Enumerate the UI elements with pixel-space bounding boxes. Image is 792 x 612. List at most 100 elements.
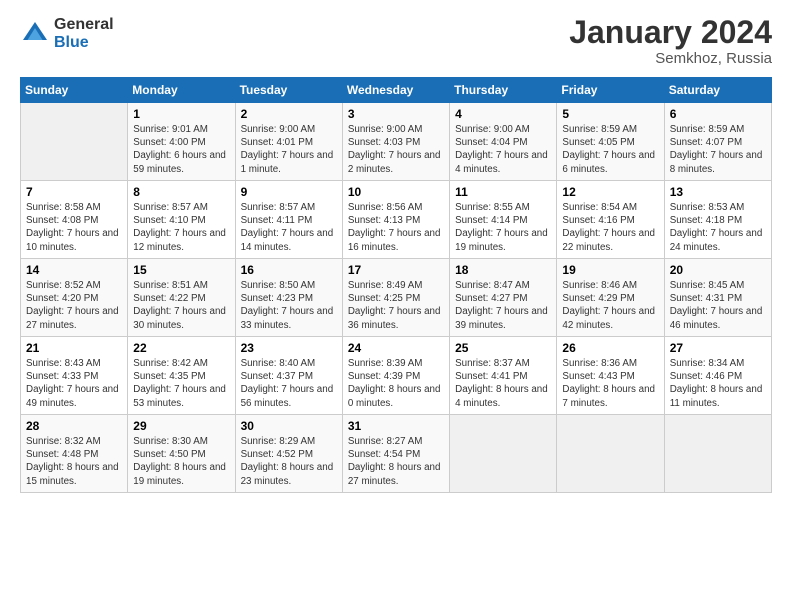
calendar-cell <box>664 415 771 493</box>
location: Semkhoz, Russia <box>569 50 772 67</box>
header-cell-saturday: Saturday <box>664 78 771 103</box>
header: General Blue January 2024 Semkhoz, Russi… <box>20 16 772 67</box>
day-info: Sunrise: 8:57 AMSunset: 4:10 PMDaylight:… <box>133 201 229 254</box>
calendar-cell: 12 Sunrise: 8:54 AMSunset: 4:16 PMDayligh… <box>557 181 664 259</box>
calendar-cell: 20 Sunrise: 8:45 AMSunset: 4:31 PMDayligh… <box>664 259 771 337</box>
day-info: Sunrise: 8:55 AMSunset: 4:14 PMDaylight:… <box>455 201 551 254</box>
day-info: Sunrise: 8:51 AMSunset: 4:22 PMDaylight:… <box>133 279 229 332</box>
header-cell-sunday: Sunday <box>21 78 128 103</box>
day-number: 4 <box>455 107 551 121</box>
calendar-row: 28 Sunrise: 8:32 AMSunset: 4:48 PMDayligh… <box>21 415 772 493</box>
calendar-cell: 9 Sunrise: 8:57 AMSunset: 4:11 PMDaylight… <box>235 181 342 259</box>
month-title: January 2024 <box>569 16 772 48</box>
logo-icon <box>20 19 50 49</box>
calendar-row: 21 Sunrise: 8:43 AMSunset: 4:33 PMDayligh… <box>21 337 772 415</box>
calendar-cell: 26Sunrise: 8:36 AMSunset: 4:43 PMDayligh… <box>557 337 664 415</box>
calendar-row: 7 Sunrise: 8:58 AMSunset: 4:08 PMDaylight… <box>21 181 772 259</box>
calendar-table: SundayMondayTuesdayWednesdayThursdayFrid… <box>20 77 772 493</box>
header-cell-friday: Friday <box>557 78 664 103</box>
day-info: Sunrise: 8:45 AMSunset: 4:31 PMDaylight:… <box>670 279 766 332</box>
calendar-cell: 22 Sunrise: 8:42 AMSunset: 4:35 PMDayligh… <box>128 337 235 415</box>
day-number: 22 <box>133 341 229 355</box>
day-info: Sunrise: 8:40 AMSunset: 4:37 PMDaylight:… <box>241 357 337 410</box>
calendar-cell: 1Sunrise: 9:01 AMSunset: 4:00 PMDaylight… <box>128 103 235 181</box>
day-number: 30 <box>241 419 337 433</box>
day-number: 5 <box>562 107 658 121</box>
day-info: Sunrise: 8:37 AMSunset: 4:41 PMDaylight:… <box>455 357 551 410</box>
calendar-cell: 4 Sunrise: 9:00 AMSunset: 4:04 PMDaylight… <box>450 103 557 181</box>
day-number: 25 <box>455 341 551 355</box>
day-number: 19 <box>562 263 658 277</box>
calendar-row: 14 Sunrise: 8:52 AMSunset: 4:20 PMDayligh… <box>21 259 772 337</box>
day-number: 14 <box>26 263 122 277</box>
day-info: Sunrise: 8:42 AMSunset: 4:35 PMDaylight:… <box>133 357 229 410</box>
calendar-cell: 25 Sunrise: 8:37 AMSunset: 4:41 PMDayligh… <box>450 337 557 415</box>
day-info: Sunrise: 8:36 AMSunset: 4:43 PMDaylight:… <box>562 357 658 410</box>
day-number: 24 <box>348 341 444 355</box>
day-info: Sunrise: 8:57 AMSunset: 4:11 PMDaylight:… <box>241 201 337 254</box>
calendar-cell: 2 Sunrise: 9:00 AMSunset: 4:01 PMDaylight… <box>235 103 342 181</box>
day-number: 7 <box>26 185 122 199</box>
calendar-cell: 13 Sunrise: 8:53 AMSunset: 4:18 PMDayligh… <box>664 181 771 259</box>
calendar-cell: 5 Sunrise: 8:59 AMSunset: 4:05 PMDaylight… <box>557 103 664 181</box>
day-info: Sunrise: 8:50 AMSunset: 4:23 PMDaylight:… <box>241 279 337 332</box>
calendar-cell: 29Sunrise: 8:30 AMSunset: 4:50 PMDayligh… <box>128 415 235 493</box>
day-info: Sunrise: 8:56 AMSunset: 4:13 PMDaylight:… <box>348 201 444 254</box>
day-info: Sunrise: 8:49 AMSunset: 4:25 PMDaylight:… <box>348 279 444 332</box>
day-number: 16 <box>241 263 337 277</box>
calendar-cell <box>557 415 664 493</box>
day-number: 28 <box>26 419 122 433</box>
day-number: 2 <box>241 107 337 121</box>
logo-general: General <box>54 16 114 34</box>
header-cell-tuesday: Tuesday <box>235 78 342 103</box>
calendar-cell: 21 Sunrise: 8:43 AMSunset: 4:33 PMDayligh… <box>21 337 128 415</box>
calendar-cell: 11Sunrise: 8:55 AMSunset: 4:14 PMDayligh… <box>450 181 557 259</box>
day-info: Sunrise: 8:32 AMSunset: 4:48 PMDaylight:… <box>26 435 122 488</box>
day-info: Sunrise: 8:29 AMSunset: 4:52 PMDaylight:… <box>241 435 337 488</box>
calendar-cell: 19 Sunrise: 8:46 AMSunset: 4:29 PMDayligh… <box>557 259 664 337</box>
day-info: Sunrise: 9:00 AMSunset: 4:01 PMDaylight:… <box>241 123 337 176</box>
calendar-cell: 31Sunrise: 8:27 AMSunset: 4:54 PMDayligh… <box>342 415 449 493</box>
day-number: 12 <box>562 185 658 199</box>
day-info: Sunrise: 8:43 AMSunset: 4:33 PMDaylight:… <box>26 357 122 410</box>
calendar-cell: 7 Sunrise: 8:58 AMSunset: 4:08 PMDaylight… <box>21 181 128 259</box>
day-number: 13 <box>670 185 766 199</box>
day-number: 3 <box>348 107 444 121</box>
day-info: Sunrise: 9:00 AMSunset: 4:03 PMDaylight:… <box>348 123 444 176</box>
calendar-body: 1Sunrise: 9:01 AMSunset: 4:00 PMDaylight… <box>21 103 772 493</box>
calendar-cell: 23Sunrise: 8:40 AMSunset: 4:37 PMDayligh… <box>235 337 342 415</box>
calendar-cell: 30 Sunrise: 8:29 AMSunset: 4:52 PMDayligh… <box>235 415 342 493</box>
calendar-cell: 3 Sunrise: 9:00 AMSunset: 4:03 PMDaylight… <box>342 103 449 181</box>
day-info: Sunrise: 8:52 AMSunset: 4:20 PMDaylight:… <box>26 279 122 332</box>
day-info: Sunrise: 8:30 AMSunset: 4:50 PMDaylight:… <box>133 435 229 488</box>
calendar-cell: 8 Sunrise: 8:57 AMSunset: 4:10 PMDaylight… <box>128 181 235 259</box>
page: General Blue January 2024 Semkhoz, Russi… <box>0 0 792 612</box>
calendar-cell: 17 Sunrise: 8:49 AMSunset: 4:25 PMDayligh… <box>342 259 449 337</box>
header-cell-wednesday: Wednesday <box>342 78 449 103</box>
day-number: 9 <box>241 185 337 199</box>
day-number: 20 <box>670 263 766 277</box>
day-info: Sunrise: 8:27 AMSunset: 4:54 PMDaylight:… <box>348 435 444 488</box>
day-info: Sunrise: 8:54 AMSunset: 4:16 PMDaylight:… <box>562 201 658 254</box>
logo: General Blue <box>20 16 114 51</box>
day-number: 18 <box>455 263 551 277</box>
day-info: Sunrise: 8:59 AMSunset: 4:05 PMDaylight:… <box>562 123 658 176</box>
day-info: Sunrise: 8:46 AMSunset: 4:29 PMDaylight:… <box>562 279 658 332</box>
header-cell-thursday: Thursday <box>450 78 557 103</box>
header-row: SundayMondayTuesdayWednesdayThursdayFrid… <box>21 78 772 103</box>
day-number: 21 <box>26 341 122 355</box>
calendar-cell: 16 Sunrise: 8:50 AMSunset: 4:23 PMDayligh… <box>235 259 342 337</box>
logo-blue: Blue <box>54 34 114 52</box>
day-number: 15 <box>133 263 229 277</box>
calendar-cell: 18 Sunrise: 8:47 AMSunset: 4:27 PMDayligh… <box>450 259 557 337</box>
day-info: Sunrise: 8:58 AMSunset: 4:08 PMDaylight:… <box>26 201 122 254</box>
calendar-row: 1Sunrise: 9:01 AMSunset: 4:00 PMDaylight… <box>21 103 772 181</box>
day-info: Sunrise: 9:00 AMSunset: 4:04 PMDaylight:… <box>455 123 551 176</box>
day-number: 6 <box>670 107 766 121</box>
day-info: Sunrise: 8:53 AMSunset: 4:18 PMDaylight:… <box>670 201 766 254</box>
day-info: Sunrise: 8:47 AMSunset: 4:27 PMDaylight:… <box>455 279 551 332</box>
calendar-cell: 6Sunrise: 8:59 AMSunset: 4:07 PMDaylight… <box>664 103 771 181</box>
day-number: 8 <box>133 185 229 199</box>
calendar-cell: 14 Sunrise: 8:52 AMSunset: 4:20 PMDayligh… <box>21 259 128 337</box>
day-number: 17 <box>348 263 444 277</box>
